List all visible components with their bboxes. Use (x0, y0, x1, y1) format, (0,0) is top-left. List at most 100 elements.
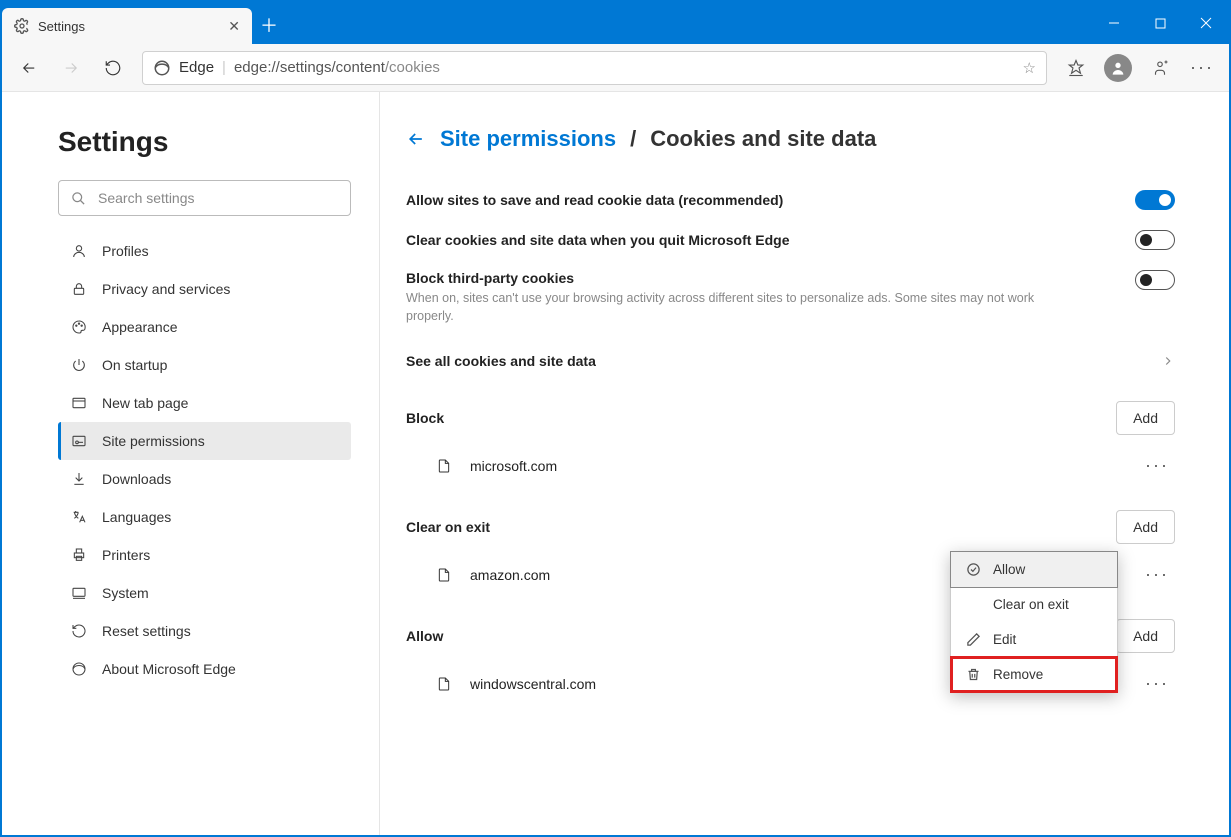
allow-cookies-row: Allow sites to save and read cookie data… (406, 180, 1175, 220)
sidebar-item-system[interactable]: System (58, 574, 351, 612)
clear-site-more-button[interactable]: ··· (1139, 560, 1175, 589)
sidebar-item-label: Languages (102, 509, 171, 525)
permissions-icon (70, 433, 88, 449)
sidebar-item-label: On startup (102, 357, 167, 373)
breadcrumb-current: Cookies and site data (650, 126, 876, 152)
sidebar-item-label: Reset settings (102, 623, 191, 639)
block-third-party-toggle[interactable] (1135, 270, 1175, 290)
trash-icon (965, 667, 981, 682)
sidebar-item-label: Downloads (102, 471, 171, 487)
tab-title: Settings (38, 19, 85, 34)
edge-icon (70, 661, 88, 677)
context-remove-label: Remove (993, 667, 1043, 682)
palette-icon (70, 319, 88, 335)
document-icon (436, 565, 452, 585)
context-clear-on-exit[interactable]: Clear on exit (951, 587, 1117, 622)
favorite-star-icon[interactable]: ☆ (1023, 59, 1036, 77)
settings-main-panel: Site permissions / Cookies and site data… (380, 92, 1229, 835)
window-controls (1091, 2, 1229, 44)
maximize-button[interactable] (1137, 2, 1183, 44)
sidebar-item-label: Privacy and services (102, 281, 230, 297)
person-icon (70, 243, 88, 259)
profile-avatar[interactable] (1099, 49, 1137, 87)
sidebar-item-label: Printers (102, 547, 150, 563)
sidebar-item-languages[interactable]: Languages (58, 498, 351, 536)
context-edit[interactable]: Edit (951, 622, 1117, 657)
allow-cookies-toggle[interactable] (1135, 190, 1175, 210)
favorites-button[interactable] (1057, 49, 1095, 87)
address-scheme: Edge (179, 59, 214, 76)
sidebar-item-label: Appearance (102, 319, 178, 335)
sidebar-item-appearance[interactable]: Appearance (58, 308, 351, 346)
clear-section-title: Clear on exit (406, 519, 490, 535)
search-input[interactable] (96, 189, 338, 207)
sidebar-item-about-microsoft-edge[interactable]: About Microsoft Edge (58, 650, 351, 688)
sidebar-item-site-permissions[interactable]: Site permissions (58, 422, 351, 460)
pencil-icon (965, 632, 981, 647)
tab-icon (70, 395, 88, 411)
allow-section-title: Allow (406, 628, 443, 644)
block-third-party-label: Block third-party cookies (406, 270, 1046, 286)
block-site-more-button[interactable]: ··· (1139, 451, 1175, 480)
sidebar-item-label: Site permissions (102, 433, 205, 449)
refresh-button[interactable] (94, 49, 132, 87)
sidebar-item-privacy-and-services[interactable]: Privacy and services (58, 270, 351, 308)
search-icon (71, 191, 86, 206)
clear-on-quit-row: Clear cookies and site data when you qui… (406, 220, 1175, 260)
clear-on-quit-label: Clear cookies and site data when you qui… (406, 232, 790, 248)
settings-sidebar: Settings Profiles Privacy and services App… (2, 92, 380, 835)
address-bar[interactable]: Edge | edge://settings/content/cookies ☆ (142, 51, 1047, 85)
block-add-button[interactable]: Add (1116, 401, 1175, 435)
tab-settings[interactable]: Settings ✕ (2, 8, 252, 44)
power-icon (70, 357, 88, 373)
tab-close-icon[interactable]: ✕ (228, 18, 240, 35)
close-button[interactable] (1183, 2, 1229, 44)
clear-on-quit-toggle[interactable] (1135, 230, 1175, 250)
sidebar-item-downloads[interactable]: Downloads (58, 460, 351, 498)
sidebar-item-profiles[interactable]: Profiles (58, 232, 351, 270)
tab-strip: Settings ✕ ＋ (2, 2, 286, 44)
sidebar-item-printers[interactable]: Printers (58, 536, 351, 574)
see-all-label: See all cookies and site data (406, 353, 596, 369)
allow-site-name: windowscentral.com (470, 676, 596, 692)
minimize-button[interactable] (1091, 2, 1137, 44)
content-area: Settings Profiles Privacy and services App… (2, 92, 1229, 835)
back-button[interactable] (10, 49, 48, 87)
site-context-menu: Allow Clear on exit Edit Remove (950, 551, 1118, 693)
lock-icon (70, 281, 88, 297)
allow-cookies-label: Allow sites to save and read cookie data… (406, 192, 783, 208)
sidebar-item-on-startup[interactable]: On startup (58, 346, 351, 384)
settings-search[interactable] (58, 180, 351, 216)
clear-section-header: Clear on exit Add (406, 510, 1175, 544)
see-all-cookies-row[interactable]: See all cookies and site data (406, 335, 1175, 387)
allow-site-more-button[interactable]: ··· (1139, 669, 1175, 698)
allow-add-button[interactable]: Add (1116, 619, 1175, 653)
block-section-header: Block Add (406, 401, 1175, 435)
system-icon (70, 585, 88, 601)
printer-icon (70, 547, 88, 563)
sidebar-item-new-tab-page[interactable]: New tab page (58, 384, 351, 422)
sidebar-item-reset-settings[interactable]: Reset settings (58, 612, 351, 650)
sidebar-item-label: System (102, 585, 149, 601)
context-allow[interactable]: Allow (950, 551, 1118, 588)
context-allow-label: Allow (993, 562, 1025, 577)
block-site-item: microsoft.com ··· (406, 435, 1175, 496)
menu-button[interactable]: ··· (1183, 49, 1221, 87)
breadcrumb: Site permissions / Cookies and site data (406, 126, 1175, 152)
sidebar-heading: Settings (58, 126, 351, 158)
chevron-right-icon (1161, 354, 1175, 368)
language-icon (70, 509, 88, 525)
new-tab-button[interactable]: ＋ (252, 8, 286, 42)
breadcrumb-back-icon[interactable] (406, 129, 426, 149)
block-third-party-row: Block third-party cookies When on, sites… (406, 260, 1175, 335)
titlebar: Settings ✕ ＋ (2, 2, 1229, 44)
forward-button (52, 49, 90, 87)
reset-icon (70, 623, 88, 639)
settings-nav: Profiles Privacy and services Appearance On… (58, 232, 351, 688)
clear-add-button[interactable]: Add (1116, 510, 1175, 544)
breadcrumb-slash: / (630, 126, 636, 152)
breadcrumb-parent[interactable]: Site permissions (440, 126, 616, 152)
extensions-button[interactable] (1141, 49, 1179, 87)
block-section-title: Block (406, 410, 444, 426)
context-remove[interactable]: Remove (951, 657, 1117, 692)
